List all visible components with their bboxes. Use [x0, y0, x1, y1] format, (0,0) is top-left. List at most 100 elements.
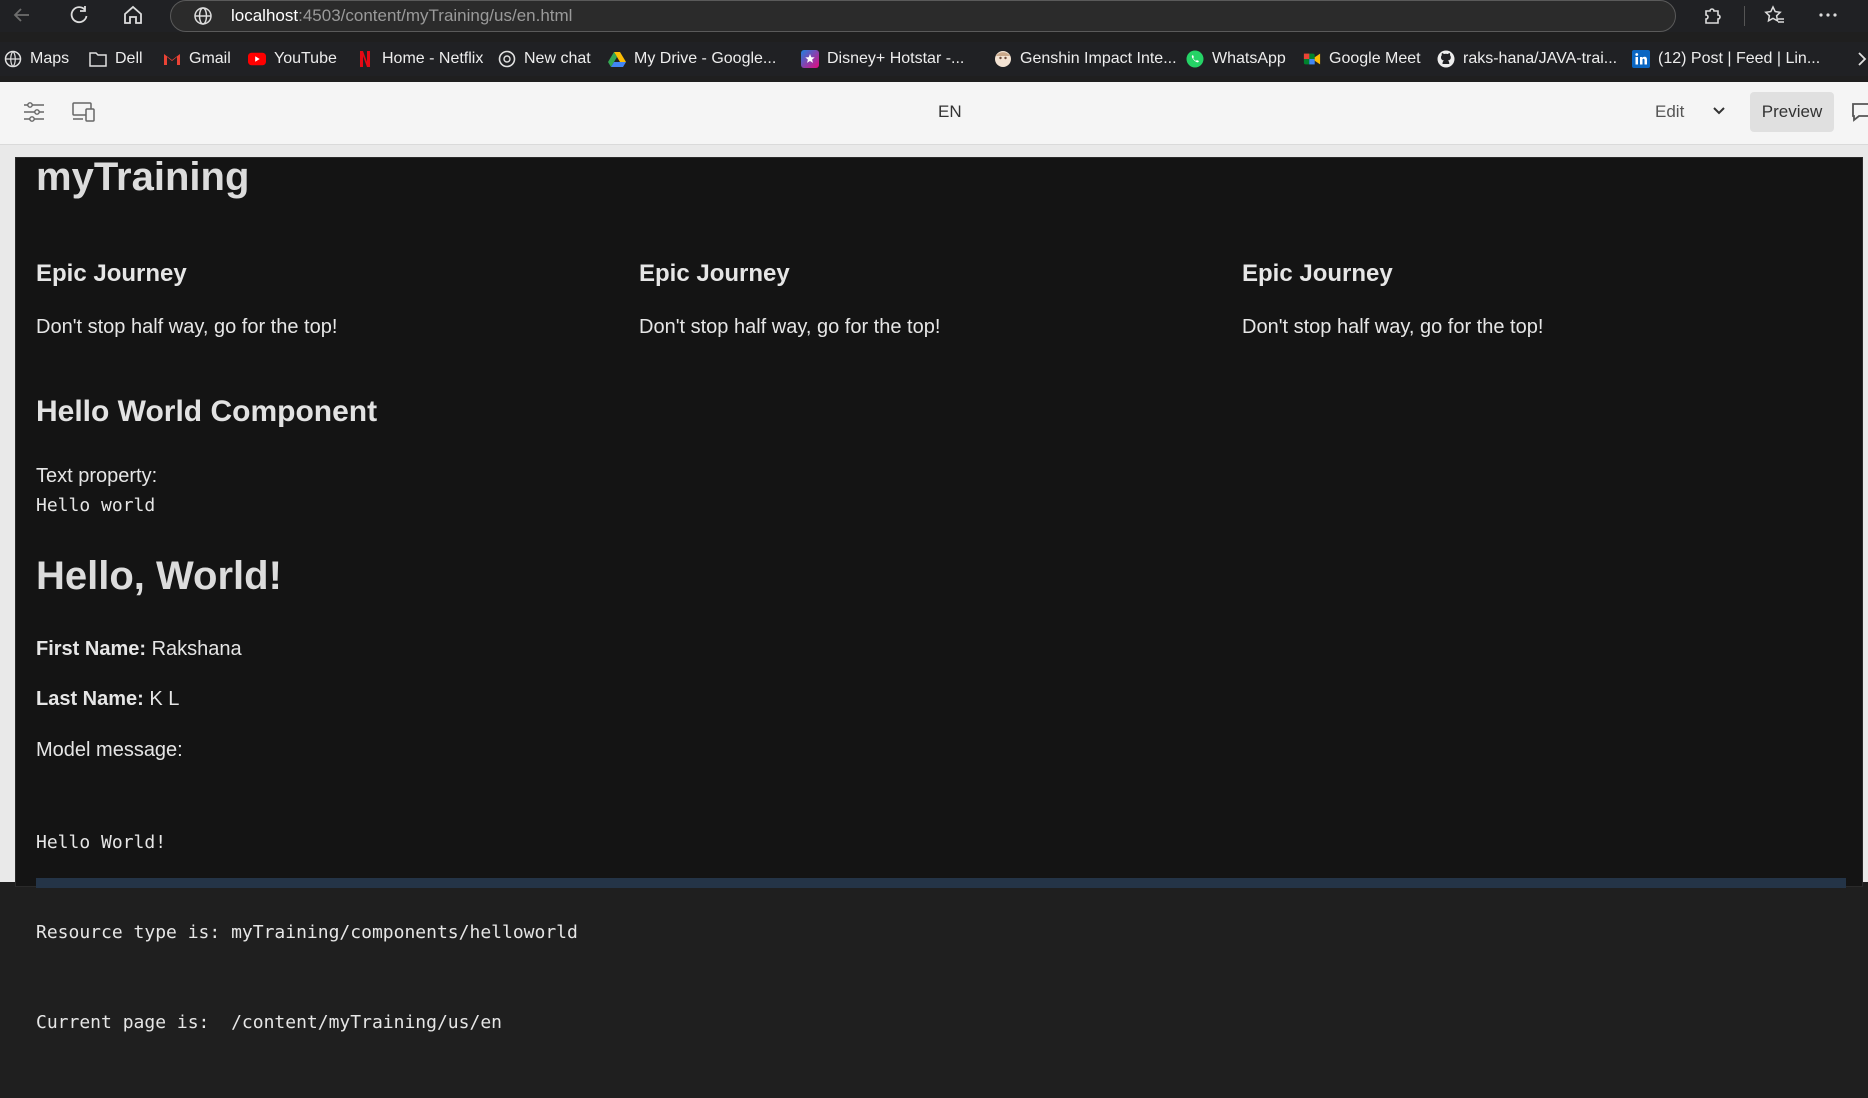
- whatsapp-icon: [1186, 50, 1204, 68]
- bookmark-linkedin[interactable]: (12) Post | Feed | Lin...: [1632, 42, 1820, 76]
- next-component-edge: [36, 878, 1846, 888]
- bookmark-label: (12) Post | Feed | Lin...: [1658, 50, 1821, 67]
- globe-icon: [193, 6, 233, 26]
- page-content: myTraining Epic Journey Don't stop half …: [15, 155, 1863, 1033]
- bookmark-label: Gmail: [189, 50, 231, 67]
- bookmark-youtube[interactable]: YouTube: [248, 42, 337, 76]
- bookmark-label: Disney+ Hotstar -...: [827, 50, 965, 67]
- teaser-title: Epic Journey: [639, 260, 790, 287]
- first-name-label: First Name:: [36, 638, 147, 660]
- last-name-label: Last Name:: [36, 688, 144, 710]
- maps-icon: [4, 50, 22, 68]
- linkedin-icon: [1632, 50, 1650, 68]
- home-button[interactable]: [117, 0, 149, 30]
- address-bar[interactable]: localhost:4503/content/myTraining/us/en.…: [170, 0, 1676, 32]
- site-title: myTraining: [36, 155, 250, 199]
- teaser-text: Don't stop half way, go for the top!: [36, 316, 338, 338]
- bookmark-label: Genshin Impact Inte...: [1020, 50, 1177, 67]
- genshin-icon: [994, 50, 1012, 68]
- devices-icon: [72, 102, 95, 122]
- google-drive-icon: [608, 50, 626, 68]
- github-icon: [1437, 50, 1455, 68]
- bookmarks-overflow-button[interactable]: [1856, 42, 1868, 76]
- teaser-title: Epic Journey: [1242, 260, 1393, 287]
- language-label: EN: [938, 102, 962, 121]
- bookmark-maps[interactable]: Maps: [4, 42, 69, 76]
- bookmark-dell[interactable]: Dell: [89, 42, 143, 76]
- model-line: Current page is: /content/myTraining/us/…: [36, 1012, 502, 1033]
- bookmark-label: Dell: [115, 50, 143, 67]
- model-message-label: Model message:: [36, 739, 183, 761]
- text-property-label: Text property:: [36, 465, 158, 487]
- model-message-block: Hello World! Resource type is: myTrainin…: [36, 768, 578, 1098]
- teaser-text: Don't stop half way, go for the top!: [639, 316, 941, 338]
- star-list-icon: [1764, 5, 1784, 23]
- more-dots-icon: [1819, 13, 1837, 17]
- hello-world-component-title: Hello World Component: [36, 395, 378, 428]
- bookmark-new-chat[interactable]: New chat: [498, 42, 591, 76]
- bookmark-label: YouTube: [274, 50, 337, 67]
- reload-button[interactable]: [63, 0, 95, 30]
- teaser-card: Epic Journey Don't stop half way, go for…: [36, 260, 576, 339]
- bookmark-label: New chat: [524, 50, 591, 67]
- chevron-down-icon: [1713, 107, 1725, 115]
- page-properties-button[interactable]: [20, 98, 48, 126]
- browser-toolbar: localhost:4503/content/myTraining/us/en.…: [0, 0, 1868, 32]
- text-property-value: Hello world: [36, 495, 156, 516]
- teaser-text: Don't stop half way, go for the top!: [1242, 316, 1544, 338]
- emulator-button[interactable]: [70, 98, 98, 126]
- url-path: :4503/content/myTraining/us/en.html: [298, 6, 573, 25]
- teaser-card: Epic Journey Don't stop half way, go for…: [1242, 260, 1782, 339]
- url-host: localhost: [231, 6, 299, 25]
- toolbar-divider: [1744, 6, 1745, 26]
- url-text: localhost:4503/content/myTraining/us/en.…: [231, 6, 572, 26]
- back-button[interactable]: [6, 0, 38, 30]
- bookmarks-bar: Maps Dell Gmail YouTube Home - Netflix N…: [0, 42, 1868, 76]
- annotations-button[interactable]: [1850, 100, 1868, 124]
- model-line: Hello World!: [36, 832, 167, 853]
- bookmark-label: Home - Netflix: [382, 50, 484, 67]
- bookmark-label: My Drive - Google...: [634, 50, 777, 67]
- hello-world-heading: Hello, World!: [36, 554, 282, 598]
- teaser-card: Epic Journey Don't stop half way, go for…: [639, 260, 1179, 339]
- model-line: Resource type is: myTraining/components/…: [36, 922, 578, 943]
- editor-toolbar: EN Edit Preview: [0, 82, 1868, 145]
- bookmark-label: WhatsApp: [1212, 50, 1286, 67]
- bookmark-google-drive[interactable]: My Drive - Google...: [608, 42, 776, 76]
- bookmark-google-meet[interactable]: Google Meet: [1303, 42, 1421, 76]
- folder-icon: [89, 50, 107, 68]
- extensions-button[interactable]: [1694, 0, 1730, 30]
- mode-dropdown-button[interactable]: [1708, 100, 1730, 122]
- google-meet-icon: [1303, 50, 1321, 68]
- bookmark-label: Google Meet: [1329, 50, 1421, 67]
- more-menu-button[interactable]: [1810, 0, 1846, 30]
- editor-canvas: myTraining Epic Journey Don't stop half …: [0, 145, 1868, 1033]
- back-arrow-icon: [13, 8, 29, 22]
- chevron-right-icon: [1858, 52, 1867, 66]
- bookmark-label: Maps: [30, 50, 70, 67]
- teaser-title: Epic Journey: [36, 260, 187, 287]
- bookmark-hotstar[interactable]: Disney+ Hotstar -...: [801, 42, 964, 76]
- bookmark-genshin[interactable]: Genshin Impact Inte...: [994, 42, 1177, 76]
- hotstar-icon: [801, 50, 819, 68]
- preview-button[interactable]: Preview: [1750, 92, 1834, 132]
- bookmark-whatsapp[interactable]: WhatsApp: [1186, 42, 1286, 76]
- bookmark-netflix[interactable]: Home - Netflix: [356, 42, 483, 76]
- netflix-icon: [356, 50, 374, 68]
- reload-icon: [70, 6, 88, 24]
- comment-icon: [1852, 103, 1868, 122]
- last-name-field: Last Name: K L: [36, 688, 179, 711]
- sliders-icon: [24, 102, 44, 122]
- gmail-icon: [163, 50, 181, 68]
- last-name-value: K L: [149, 688, 180, 710]
- chatgpt-icon: [498, 50, 516, 68]
- first-name-field: First Name: Rakshana: [36, 638, 242, 661]
- bookmark-github[interactable]: raks-hana/JAVA-trai...: [1437, 42, 1617, 76]
- youtube-icon: [248, 50, 266, 68]
- bookmark-gmail[interactable]: Gmail: [163, 42, 231, 76]
- bookmark-label: raks-hana/JAVA-trai...: [1463, 50, 1618, 67]
- favorites-button[interactable]: [1756, 0, 1792, 30]
- first-name-value: Rakshana: [151, 638, 242, 660]
- edit-mode-label[interactable]: Edit: [1655, 102, 1684, 122]
- home-icon: [124, 5, 142, 24]
